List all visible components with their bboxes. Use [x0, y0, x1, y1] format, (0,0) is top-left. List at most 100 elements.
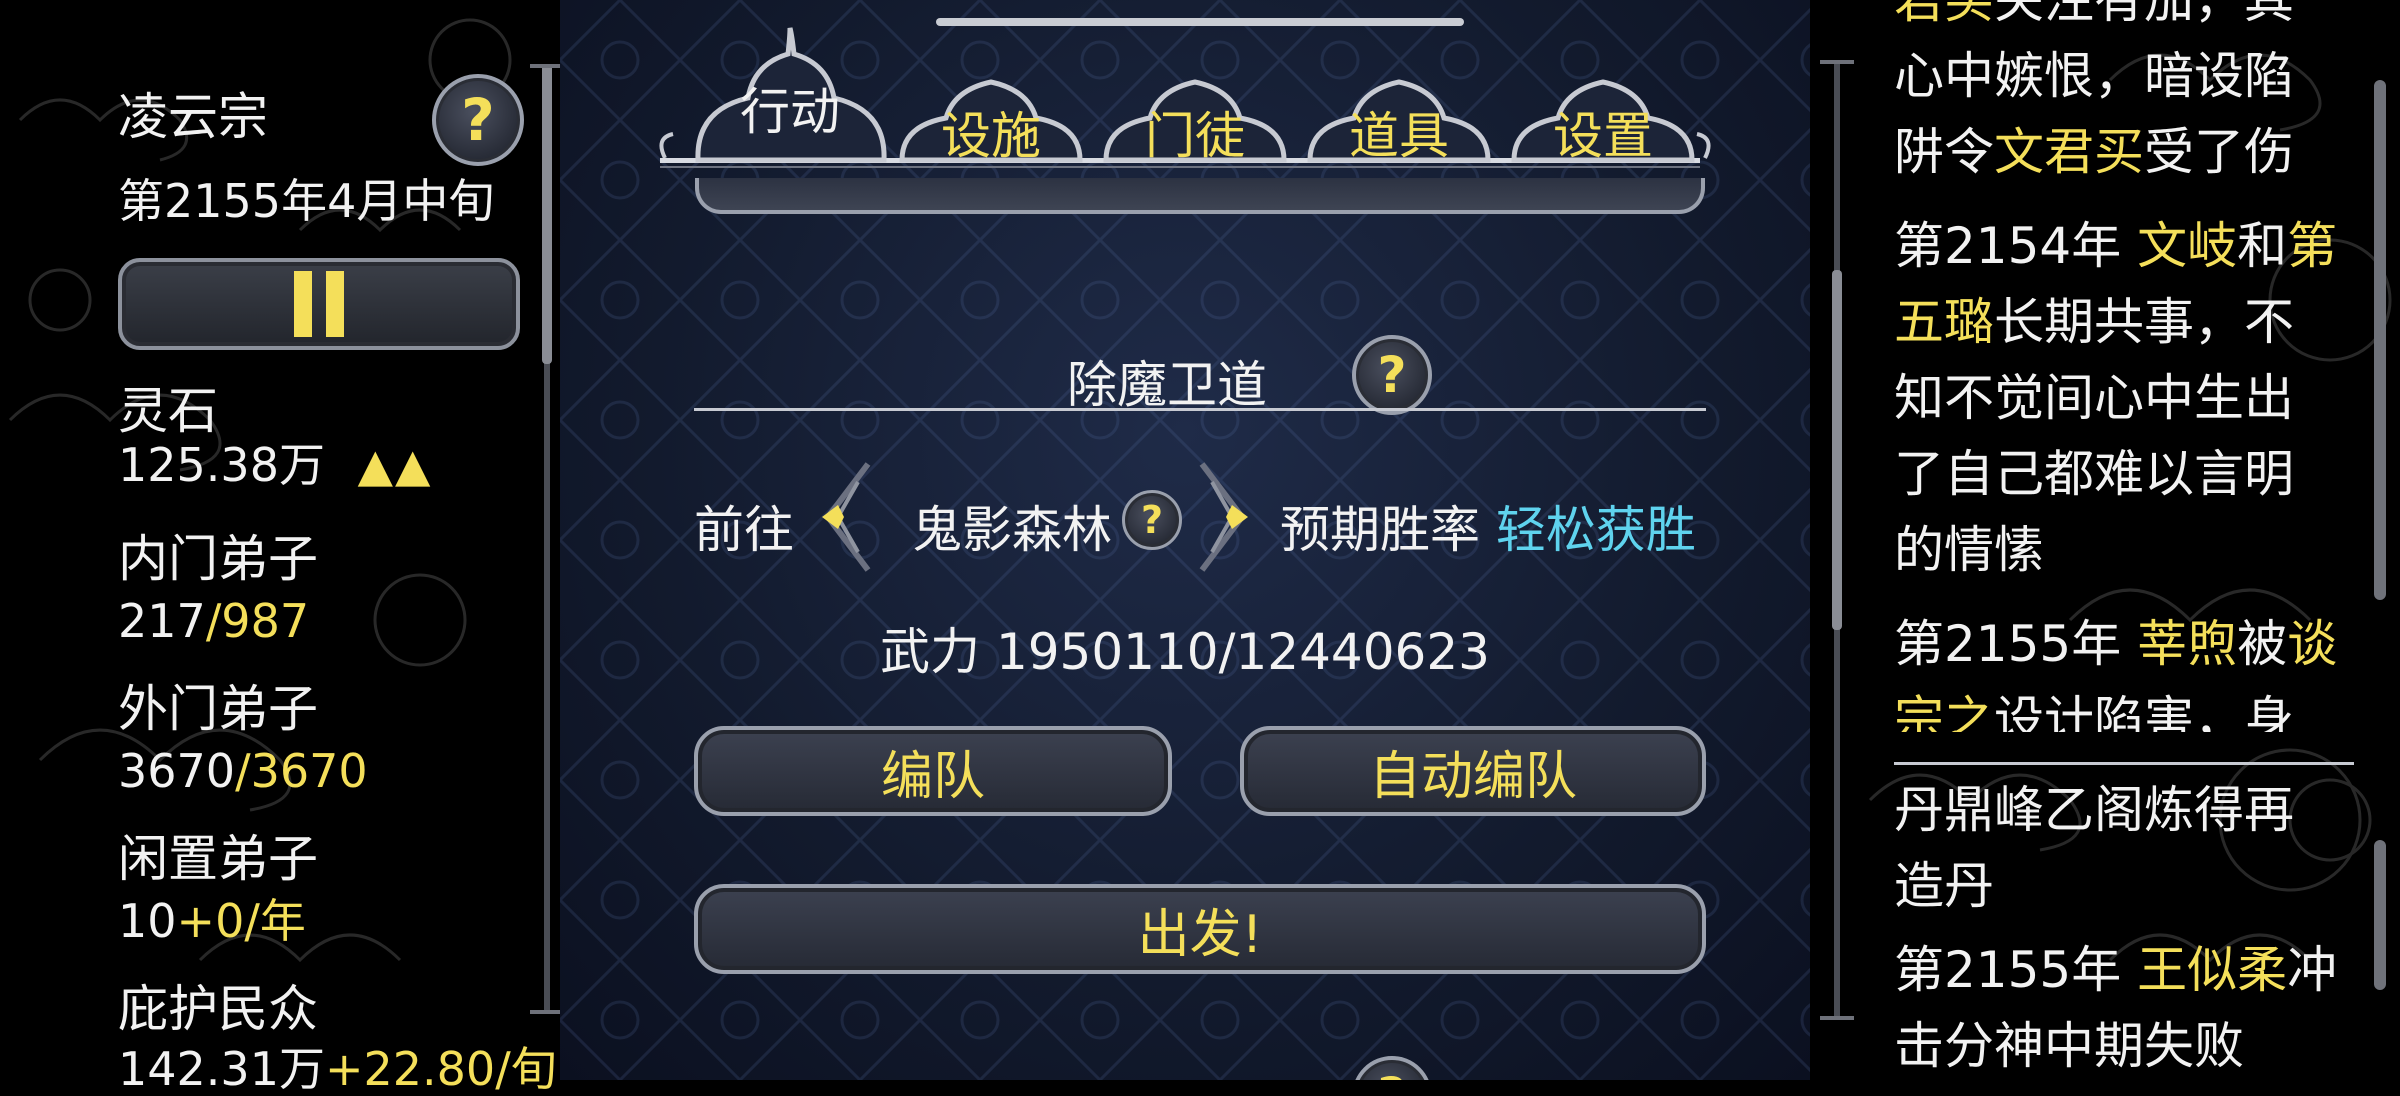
protected-people-count: 142.31万+22.80/旬: [118, 1046, 557, 1092]
outer-current: 3670: [118, 744, 236, 798]
sect-status-panel: 凌云宗 ? 第2155年4月中旬 灵石 125.38万 ▲▲ 内门弟子 217/…: [0, 0, 564, 1092]
help-icon: ?: [461, 86, 495, 154]
log-text: 设计陷害，身: [1994, 691, 2294, 732]
go-label: 前往: [694, 501, 794, 559]
location-help-button[interactable]: ?: [1122, 490, 1182, 550]
mission-title: 除魔卫道: [1067, 356, 1267, 414]
tab-settings-label: 设置: [1553, 107, 1653, 165]
inner-max: /987: [205, 594, 310, 648]
outer-disciples-count: 3670/3670: [118, 748, 368, 794]
chevron-right-icon[interactable]: [1190, 458, 1262, 576]
power-value: 1950110/12440623: [995, 623, 1490, 681]
win-rate-value: 轻松获胜: [1495, 501, 1696, 559]
tab-facilities[interactable]: 设施: [896, 60, 1086, 165]
log-text: 冲: [2287, 941, 2338, 999]
auto-team-button-label: 自动编队: [1368, 746, 1577, 807]
auto-team-button[interactable]: 自动编队: [1240, 726, 1706, 816]
log-text: 了自己都难以言明: [1894, 445, 2294, 503]
log-year: 第2155年: [1894, 941, 2138, 999]
log-name: 五璐: [1894, 293, 1994, 351]
spirit-stone-row: 125.38万 ▲▲: [118, 442, 432, 488]
team-button[interactable]: 编队: [694, 726, 1172, 816]
log-text: 心中嫉恨，暗设陷: [1894, 47, 2294, 105]
previous-section-button[interactable]: [695, 178, 1705, 214]
log-scrollbar-thumb[interactable]: [1832, 270, 1842, 630]
log-text: 五璐长期共事，不: [1894, 284, 2354, 360]
protected-people-label: 庇护民众: [118, 980, 318, 1038]
power-row: 武力 1950110/12440623: [560, 612, 1810, 684]
people-current: 142.31万: [118, 1042, 325, 1096]
tab-action-label: 行动: [740, 83, 840, 141]
log-text: 阱令: [1894, 123, 1994, 181]
left-scrollbar[interactable]: [530, 64, 564, 1014]
log-text: 长期共事，不: [1994, 293, 2294, 351]
win-rate-label: 预期胜率: [1280, 501, 1480, 559]
inner-disciples-count: 217/987: [118, 598, 309, 644]
pause-icon: [294, 271, 344, 337]
tab-items[interactable]: 道具: [1304, 60, 1494, 165]
log-name: 第: [2287, 217, 2338, 275]
log-text: 丹鼎峰乙阁炼得再: [1894, 781, 2294, 839]
log-entry: 第2155年 王似柔冲: [1894, 932, 2354, 1008]
right-edge-scrollbar-lower[interactable]: [2374, 840, 2386, 990]
tab-facilities-label: 设施: [941, 107, 1041, 165]
drawer-handle[interactable]: [936, 18, 1464, 26]
log-text: 被: [2237, 615, 2288, 673]
tab-items-label: 道具: [1349, 107, 1449, 165]
win-rate-row: 预期胜率 轻松获胜: [1280, 490, 1696, 562]
spirit-stone-value: 125.38万: [118, 438, 325, 492]
chevron-left-icon[interactable]: [808, 458, 880, 576]
log-text: 阱令文君买受了伤: [1894, 114, 2354, 190]
action-panel: 行动 设施 门徒 道具 设置 除魔卫道 ? 前往 鬼影森林 ? 预期胜率 轻松获…: [560, 0, 1810, 1080]
log-name: 王似柔: [2137, 941, 2288, 999]
log-entry: 第2155年 莘煦被谈: [1894, 606, 2354, 682]
outer-disciples-label: 外门弟子: [118, 680, 318, 738]
tab-settings[interactable]: 设置: [1508, 60, 1698, 165]
log-text: 关注有加，其: [1994, 0, 2294, 29]
log-year: 第2154年: [1894, 217, 2138, 275]
log-name: 君买: [1894, 0, 1994, 29]
sect-help-button[interactable]: ?: [432, 74, 524, 166]
log-text: 击分神中期失败: [1894, 1017, 2244, 1075]
game-date: 第2155年4月中旬: [118, 174, 495, 228]
log-name: 谈: [2287, 615, 2338, 673]
log-text: 的情愫: [1894, 521, 2044, 579]
log-name: 文君买: [1994, 123, 2144, 181]
team-button-label: 编队: [880, 746, 985, 807]
event-log-panel: 君买关注有加，其 心中嫉恨，暗设陷 阱令文君买受了伤 第2154年 文岐和第 五…: [1810, 0, 2400, 1080]
right-edge-scrollbar[interactable]: [2374, 80, 2386, 600]
help-icon: ?: [1377, 1067, 1406, 1080]
pause-button[interactable]: [118, 258, 520, 350]
outer-max: /3670: [235, 744, 368, 798]
log-text: 造丹: [1894, 857, 1994, 915]
tab-disciples[interactable]: 门徒: [1100, 60, 1290, 165]
log-text: 宗之设计陷害，身: [1894, 682, 2354, 732]
idle-rate: +0/年: [176, 894, 306, 948]
log-text: 和: [2237, 217, 2288, 275]
power-label: 武力: [880, 623, 981, 681]
log-year: 第2155年: [1894, 615, 2138, 673]
help-icon: ?: [1140, 498, 1164, 542]
sect-name: 凌云宗: [118, 88, 268, 146]
mission-divider: [694, 408, 1706, 411]
log-text: 知不觉间心中生出: [1894, 369, 2294, 427]
event-log-bottom: 丹鼎峰乙阁炼得再 造丹 第2155年 王似柔冲 击分神中期失败: [1894, 772, 2354, 1084]
location-name[interactable]: 鬼影森林: [912, 490, 1112, 562]
log-text: 受了伤: [2144, 123, 2294, 181]
idle-current: 10: [118, 894, 177, 948]
log-scrollbar[interactable]: [1820, 60, 1854, 1020]
log-name: 莘煦: [2137, 615, 2238, 673]
depart-button[interactable]: 出发!: [694, 884, 1706, 974]
log-divider: [1894, 762, 2354, 765]
tab-disciples-label: 门徒: [1145, 107, 1245, 165]
log-entry: 第2154年 文岐和第: [1894, 208, 2354, 284]
log-entry: 君买关注有加，其: [1894, 0, 2354, 38]
idle-disciples-count: 10+0/年: [118, 898, 306, 944]
event-log-top: 君买关注有加，其 心中嫉恨，暗设陷 阱令文君买受了伤 第2154年 文岐和第 五…: [1894, 0, 2354, 732]
spirit-stone-label: 灵石: [118, 382, 218, 440]
inner-disciples-label: 内门弟子: [118, 530, 318, 588]
depart-button-label: 出发!: [1137, 904, 1263, 965]
tab-action[interactable]: 行动: [688, 14, 892, 164]
mission-help-button[interactable]: ?: [1352, 335, 1432, 415]
left-scrollbar-thumb[interactable]: [542, 64, 552, 364]
